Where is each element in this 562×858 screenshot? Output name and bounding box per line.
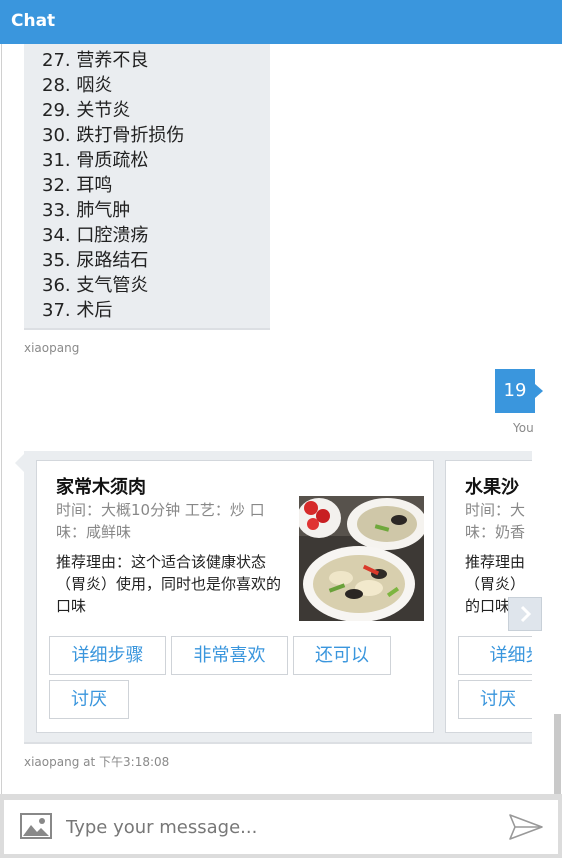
- image-upload-icon[interactable]: [20, 813, 52, 843]
- bot-sender-label: xiaopang: [24, 341, 80, 355]
- recipe-reason-line: （胃炎）: [465, 575, 526, 593]
- list-item: 32. 耳鸣: [42, 175, 113, 196]
- recipe-meta-line: 时间：大: [465, 501, 526, 519]
- recipe-card: 家常木须肉 时间：大概10分钟 工艺：炒 口味：咸鲜味 推荐理由：这个适合该健康…: [36, 460, 434, 733]
- disease-list: 27. 营养不良 28. 咽炎 29. 关节炎 30. 跌打骨折损伤 31. 骨…: [24, 44, 270, 323]
- list-item: 36. 支气管炎: [42, 275, 149, 296]
- recipe-reason: 推荐理由：这个适合该健康状态（胃炎）使用，同时也是你喜欢的口味: [56, 553, 282, 615]
- user-sender-label: You: [513, 421, 534, 435]
- dislike-button[interactable]: 讨厌: [49, 680, 129, 719]
- scrollbar[interactable]: [554, 714, 561, 794]
- dislike-button[interactable]: 讨厌: [458, 680, 532, 719]
- chevron-right-icon: [509, 605, 541, 634]
- detail-steps-button[interactable]: 详细步: [458, 636, 532, 675]
- okay-button[interactable]: 还可以: [293, 636, 391, 675]
- chat-title: Chat: [11, 11, 56, 31]
- chat-history[interactable]: 27. 营养不良 28. 咽炎 29. 关节炎 30. 跌打骨折损伤 31. 骨…: [1, 44, 561, 794]
- list-item: 37. 术后: [42, 300, 113, 321]
- recipe-title: 家常木须肉: [56, 477, 146, 498]
- recipe-carousel[interactable]: 家常木须肉 时间：大概10分钟 工艺：炒 口味：咸鲜味 推荐理由：这个适合该健康…: [24, 451, 532, 744]
- user-message-bubble: 19: [495, 369, 543, 413]
- list-item: 34. 口腔溃疡: [42, 225, 149, 246]
- detail-steps-button[interactable]: 详细步骤: [49, 636, 166, 675]
- list-item: 27. 营养不良: [42, 50, 149, 71]
- message-input-container: [4, 800, 558, 854]
- bubble-pointer: [15, 454, 24, 472]
- cards-sender-label: xiaopang at 下午3:18:08: [24, 755, 170, 769]
- send-icon[interactable]: [508, 813, 544, 845]
- user-message-text: 19: [503, 380, 527, 401]
- list-item: 35. 尿路结石: [42, 250, 149, 271]
- recipe-title: 水果沙: [465, 477, 519, 498]
- bot-message-bubble: 27. 营养不良 28. 咽炎 29. 关节炎 30. 跌打骨折损伤 31. 骨…: [24, 44, 270, 330]
- list-item: 33. 肺气肿: [42, 200, 131, 221]
- carousel-next-button[interactable]: [508, 597, 542, 631]
- recipe-meta-line: 味：奶香: [465, 523, 526, 541]
- recipe-image: [299, 496, 424, 621]
- love-it-button[interactable]: 非常喜欢: [171, 636, 288, 675]
- list-item: 30. 跌打骨折损伤: [42, 125, 185, 146]
- list-item: 31. 骨质疏松: [42, 150, 149, 171]
- list-item: 28. 咽炎: [42, 75, 113, 96]
- recipe-reason-line: 推荐理由: [465, 553, 526, 571]
- message-input-bar: [0, 794, 562, 858]
- recipe-meta: 时间：大概10分钟 工艺：炒 口味：咸鲜味: [56, 501, 265, 541]
- message-input[interactable]: [66, 810, 486, 844]
- list-item: 29. 关节炎: [42, 100, 131, 121]
- recipe-meta: 时间：大 味：奶香: [465, 499, 532, 543]
- chat-header: Chat: [0, 0, 562, 44]
